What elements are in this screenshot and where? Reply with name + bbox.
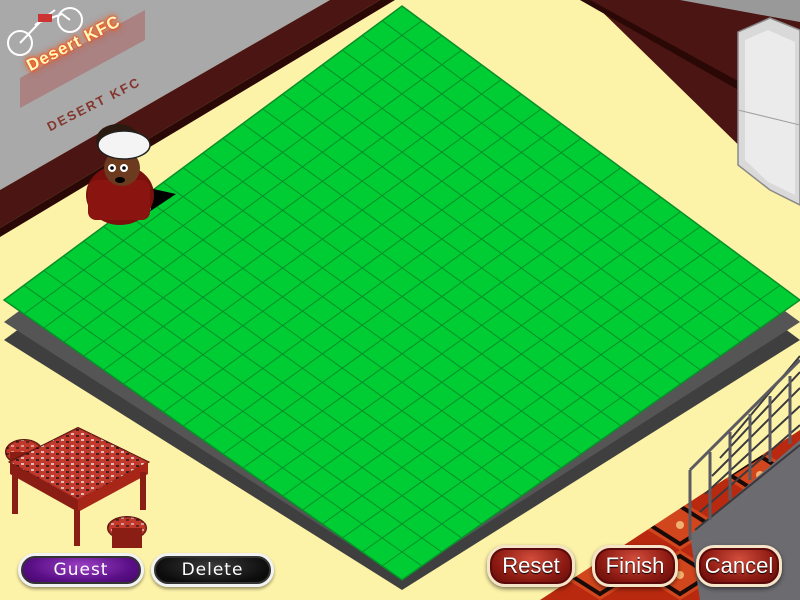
- cancel-button[interactable]: Cancel: [696, 545, 782, 587]
- reset-button[interactable]: Reset: [487, 545, 575, 587]
- chef-character[interactable]: [86, 124, 154, 225]
- finish-button[interactable]: Finish: [592, 545, 678, 587]
- guest-button[interactable]: Guest: [18, 553, 144, 587]
- delete-button[interactable]: Delete: [151, 553, 274, 587]
